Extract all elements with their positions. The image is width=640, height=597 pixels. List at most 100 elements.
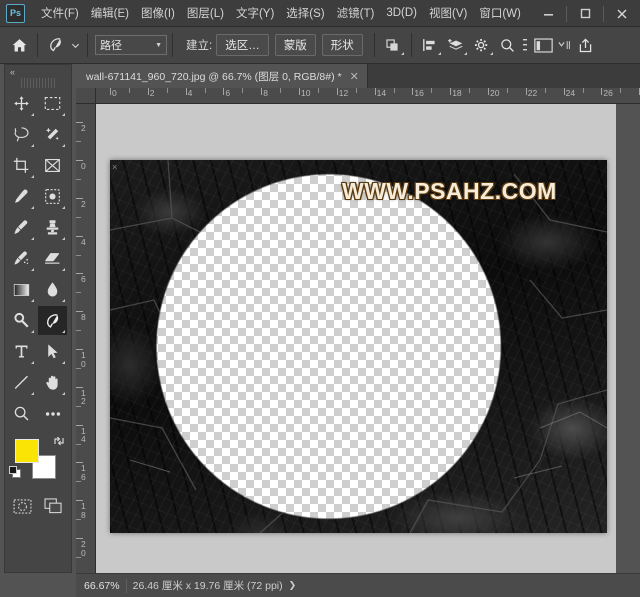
menu-type[interactable]: 文字(Y) [230,1,280,25]
move-tool[interactable] [7,89,36,118]
menu-view[interactable]: 视图(V) [423,1,473,25]
ruler-tick [336,88,338,95]
home-icon[interactable] [6,32,32,58]
tool-panel-bottom [5,491,71,517]
spot-healing-tool[interactable] [38,182,67,211]
double-chevron-left-icon[interactable]: « [10,67,15,77]
path-alignment-icon[interactable] [417,32,443,58]
make-mask-button[interactable]: 蒙版 [274,34,316,56]
share-icon[interactable] [573,32,599,58]
path-operations-icon[interactable] [380,32,406,58]
workspace-icon[interactable] [531,32,557,58]
ruler-label: 14 [376,88,387,98]
frame-tool[interactable] [38,151,67,180]
vertical-ruler[interactable]: 202468101214161820 [76,104,96,573]
ruler-tick [261,88,263,95]
options-divider-2 [87,33,88,57]
foreground-color-swatch[interactable] [15,439,39,463]
ruler-tick [76,216,81,218]
ruler-tick [76,178,81,180]
edit-toolbar-tool[interactable] [38,399,67,428]
screen-mode-button[interactable] [41,495,67,517]
make-shape-button[interactable]: 形状 [321,34,363,56]
ruler-label: 8 [81,312,86,323]
ruler-corner[interactable] [76,88,96,104]
ruler-tick [488,88,489,95]
line-tool[interactable] [7,368,36,397]
ruler-tick [620,88,622,93]
rectangular-marquee-tool[interactable] [38,89,67,118]
ruler-label: 22 [527,88,538,98]
ruler-label: 12 [338,88,349,98]
blur-tool[interactable] [38,275,67,304]
menu-image[interactable]: 图像(I) [135,1,181,25]
quick-mask-button[interactable] [10,495,36,517]
pen-tool-icon[interactable] [43,32,69,58]
menu-edit[interactable]: 编辑(E) [85,1,135,25]
ruler-tick [393,88,395,93]
menu-layer[interactable]: 图层(L) [181,1,230,25]
menu-window[interactable]: 窗口(W) [473,1,527,25]
ruler-label: 10 [81,350,86,369]
ruler-label: 2 [149,88,155,98]
pen-tool[interactable] [38,306,67,335]
gear-settings-icon[interactable] [469,32,495,58]
path-selection-tool[interactable] [38,337,67,366]
ruler-tick [204,88,206,93]
menu-3d[interactable]: 3D(D) [380,3,423,23]
ruler-tick [147,88,149,95]
type-tool[interactable] [7,337,36,366]
layer-anchor-marker: × [112,162,118,172]
ruler-label: 0 [112,88,117,98]
dodge-tool[interactable] [7,306,36,335]
search-icon[interactable] [495,32,521,58]
eraser-tool[interactable] [38,244,67,273]
path-arrangement-icon[interactable] [443,32,469,58]
quick-selection-tool[interactable] [38,120,67,149]
chevron-down-icon: ▼ [155,41,162,49]
minimize-button[interactable] [530,0,566,27]
default-colors-icon[interactable] [9,466,22,479]
chevron-down-icon[interactable] [557,32,573,58]
artboard[interactable]: WWW.PSAHZ.COM × [110,160,607,533]
close-icon[interactable]: ✕ [350,70,359,83]
menu-filter[interactable]: 滤镜(T) [331,1,381,25]
maximize-button[interactable] [567,0,603,27]
panel-options-icon[interactable] [521,32,531,58]
ruler-tick [299,88,300,95]
document-tab-title: wall-671141_960_720.jpg @ 66.7% (图层 0, R… [86,70,342,83]
ruler-tick [128,88,130,93]
history-brush-tool[interactable] [7,244,36,273]
zoom-tool[interactable] [7,399,36,428]
zoom-level[interactable]: 66.67% [76,580,126,592]
crop-tool[interactable] [7,151,36,180]
gradient-tool[interactable] [7,275,36,304]
ruler-tick [525,88,527,95]
status-expand-icon[interactable]: ❯ [289,580,297,591]
photoshop-window: Ps 文件(F) 编辑(E) 图像(I) 图层(L) 文字(Y) 选择(S) 滤… [0,0,640,597]
tool-panel-grip[interactable] [21,78,55,88]
menu-file[interactable]: 文件(F) [35,1,85,25]
document-tab[interactable]: wall-671141_960_720.jpg @ 66.7% (图层 0, R… [76,64,368,88]
hand-tool[interactable] [38,368,67,397]
ruler-tick [110,88,111,95]
document-dimensions: 26.46 厘米 x 19.76 厘米 (72 ppi) [132,580,283,592]
make-selection-button[interactable]: 选区… [216,34,269,56]
horizontal-ruler[interactable]: 0 2 4 6 8 10 12 14 16 18 20 22 24 26 [96,88,640,104]
watermark-text: WWW.PSAHZ.COM [342,178,557,204]
ruler-label: 2 [81,198,86,209]
eyedropper-tool[interactable] [7,182,36,211]
ruler-tick [185,88,187,95]
close-button[interactable] [604,0,640,27]
menu-select[interactable]: 选择(S) [280,1,330,25]
swap-colors-icon[interactable] [53,435,65,447]
clone-stamp-tool[interactable] [38,213,67,242]
options-divider-5 [410,33,412,57]
brush-tool[interactable] [7,213,36,242]
path-mode-select[interactable]: 路径 ▼ [95,35,167,55]
ruler-tick [76,254,81,256]
ruler-label: 0 [81,161,86,171]
canvas-area[interactable]: WWW.PSAHZ.COM × [96,104,616,573]
lasso-tool[interactable] [7,120,36,149]
tool-preset-chevron-icon[interactable] [69,32,82,58]
